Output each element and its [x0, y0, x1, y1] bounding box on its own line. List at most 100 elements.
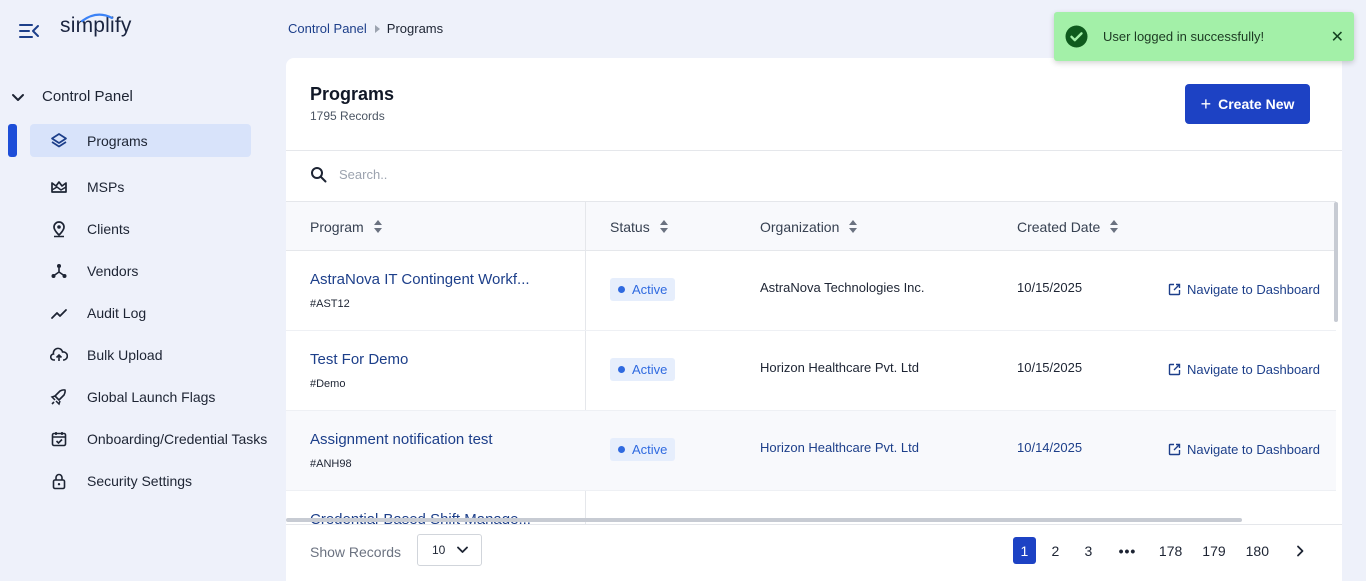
chevron-down-icon	[457, 546, 468, 553]
status-label: Active	[632, 282, 668, 297]
sidebar-item-msps[interactable]: MSPs	[30, 166, 251, 208]
page-179-button[interactable]: 179	[1200, 537, 1227, 564]
record-count: 1795 Records	[310, 109, 385, 123]
column-label: Status	[610, 218, 650, 235]
network-icon	[50, 262, 68, 280]
close-icon[interactable]: ✕	[1331, 27, 1344, 47]
card-header: Programs 1795 Records	[310, 84, 394, 123]
status-dot	[618, 286, 625, 293]
sidebar-item-label: Programs	[87, 132, 148, 149]
navigate-label: Navigate to Dashboard	[1187, 442, 1320, 457]
page-size-select[interactable]: 10	[417, 534, 482, 566]
column-label: Created Date	[1017, 218, 1101, 235]
sidebar: simplify Control Panel Programs MSPs Cli…	[0, 0, 286, 581]
layers-icon	[50, 132, 68, 150]
program-name-link[interactable]: AstraNova IT Contingent Workf...	[310, 271, 530, 288]
sort-icon	[849, 220, 858, 233]
programs-card: Programs 1795 Records + Create New Progr…	[286, 58, 1342, 581]
page-2-button[interactable]: 2	[1044, 537, 1067, 564]
pagination-ellipsis[interactable]: •••	[1116, 537, 1139, 564]
status-badge: Active	[610, 278, 676, 301]
column-label: Program	[310, 218, 364, 235]
search-bar	[310, 166, 739, 183]
search-input[interactable]	[339, 167, 739, 182]
map-pin-icon	[50, 220, 68, 238]
column-header-program[interactable]: Program	[310, 202, 382, 251]
check-circle-icon	[1065, 25, 1088, 48]
program-name-link[interactable]: Test For Demo	[310, 351, 408, 368]
app-logo[interactable]: simplify	[60, 13, 132, 38]
column-header-status[interactable]: Status	[610, 202, 668, 251]
sidebar-item-global-launch-flags[interactable]: Global Launch Flags	[30, 376, 251, 418]
sidebar-item-clients[interactable]: Clients	[30, 208, 251, 250]
status-dot	[618, 446, 625, 453]
status-label: Active	[632, 442, 668, 457]
sort-icon	[659, 220, 668, 233]
create-new-button[interactable]: + Create New	[1185, 84, 1310, 124]
search-icon	[311, 167, 327, 183]
sidebar-item-audit-log[interactable]: Audit Log	[30, 292, 251, 334]
trend-line-icon	[50, 304, 68, 322]
external-link-icon	[1168, 443, 1181, 456]
control-panel-section[interactable]: Control Panel	[10, 88, 133, 105]
show-records-label: Show Records	[310, 544, 402, 560]
sidebar-item-label: Clients	[87, 221, 130, 237]
column-header-created-date[interactable]: Created Date	[1017, 202, 1119, 251]
collapse-sidebar-icon[interactable]	[18, 20, 40, 42]
breadcrumb-current: Programs	[386, 21, 444, 36]
page-180-button[interactable]: 180	[1244, 537, 1271, 564]
horizontal-scrollbar[interactable]	[286, 518, 1242, 522]
page-178-button[interactable]: 178	[1157, 537, 1184, 564]
sort-icon	[373, 220, 382, 233]
create-new-label: Create New	[1218, 96, 1295, 112]
page-size-value: 10	[432, 543, 446, 557]
sort-icon	[1110, 220, 1119, 233]
toast-message: User logged in successfully!	[1103, 29, 1265, 44]
rocket-icon	[50, 388, 68, 406]
page-3-button[interactable]: 3	[1077, 537, 1100, 564]
divider	[286, 150, 1342, 151]
sidebar-item-label: Onboarding/Credential Tasks	[87, 431, 268, 447]
sidebar-item-vendors[interactable]: Vendors	[30, 250, 251, 292]
programs-table: Program Status Organization Created Date…	[286, 201, 1336, 581]
vertical-scrollbar[interactable]	[1334, 202, 1338, 322]
sidebar-item-label: MSPs	[87, 179, 125, 195]
cloud-upload-icon	[50, 346, 68, 364]
table-row: AstraNova IT Contingent Workf... #AST12 …	[286, 251, 1336, 331]
breadcrumb-control-panel[interactable]: Control Panel	[288, 21, 367, 36]
navigate-label: Navigate to Dashboard	[1187, 282, 1320, 297]
table-row: Assignment notification test #ANH98 Acti…	[286, 411, 1336, 491]
organization-cell: Horizon Healthcare Pvt. Ltd	[760, 440, 919, 455]
navigate-to-dashboard-link[interactable]: Navigate to Dashboard	[1168, 282, 1320, 297]
plus-icon: +	[1200, 94, 1212, 114]
sidebar-item-onboarding-credential-tasks[interactable]: Onboarding/Credential Tasks	[30, 418, 267, 460]
sidebar-item-label: Vendors	[87, 263, 139, 279]
status-dot	[618, 366, 625, 373]
next-page-button[interactable]	[1289, 537, 1312, 564]
calendar-check-icon	[50, 430, 68, 448]
control-panel-label: Control Panel	[42, 88, 133, 105]
status-badge: Active	[610, 438, 676, 461]
page-title: Programs	[310, 84, 395, 104]
lock-icon	[50, 472, 68, 490]
created-date-cell: 10/15/2025	[1017, 360, 1083, 375]
table-header: Program Status Organization Created Date	[286, 201, 1336, 251]
navigate-to-dashboard-link[interactable]: Navigate to Dashboard	[1168, 362, 1320, 377]
navigate-to-dashboard-link[interactable]: Navigate to Dashboard	[1168, 442, 1320, 457]
program-name-link[interactable]: Assignment notification test	[310, 431, 493, 448]
chevron-down-icon	[12, 93, 24, 101]
pagination: 1 2 3 ••• 178 179 180	[1012, 537, 1312, 564]
program-code: #ANH98	[310, 458, 352, 470]
page-1-button[interactable]: 1	[1012, 537, 1036, 564]
organization-cell: AstraNova Technologies Inc.	[760, 280, 925, 295]
sidebar-item-bulk-upload[interactable]: Bulk Upload	[30, 334, 251, 376]
chevron-right-icon	[1297, 545, 1304, 556]
sidebar-item-security-settings[interactable]: Security Settings	[30, 460, 251, 502]
column-header-organization[interactable]: Organization	[760, 202, 858, 251]
status-label: Active	[632, 362, 668, 377]
sidebar-item-programs[interactable]: Programs	[30, 124, 251, 157]
table-row: Test For Demo #Demo Active Horizon Healt…	[286, 331, 1336, 411]
image-icon	[50, 178, 68, 196]
status-badge: Active	[610, 358, 676, 381]
breadcrumb: Control Panel Programs	[288, 21, 443, 36]
